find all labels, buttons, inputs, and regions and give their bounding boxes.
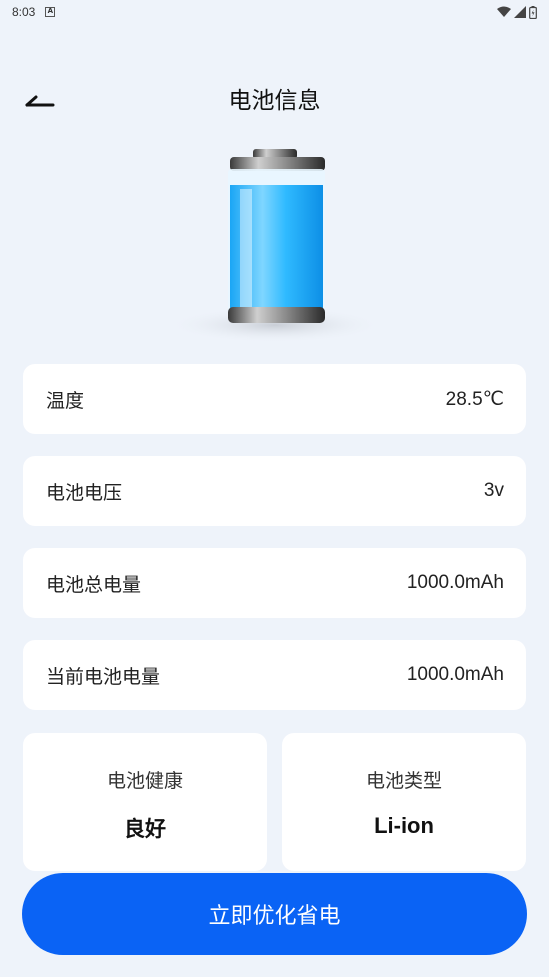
a-box-icon: A xyxy=(45,7,56,17)
stat-label: 电池类型 xyxy=(365,770,442,792)
row-value: 3v xyxy=(483,480,504,501)
row-label: 电池总电量 xyxy=(46,573,142,596)
temperature-row: 温度 28.5℃ xyxy=(23,364,526,434)
signal-icon xyxy=(514,6,526,18)
row-value: 1000.0mAh xyxy=(406,572,504,593)
status-icons xyxy=(497,5,537,19)
stat-value: Li-ion xyxy=(374,813,434,838)
battery-illustration xyxy=(165,145,385,345)
total-capacity-row: 电池总电量 1000.0mAh xyxy=(23,548,526,618)
row-label: 温度 xyxy=(46,389,85,412)
status-bar: 8:03 A xyxy=(0,0,549,24)
row-value: 1000.0mAh xyxy=(406,664,504,685)
battery-status-icon xyxy=(529,5,537,19)
voltage-row: 电池电压 3v xyxy=(23,456,526,526)
current-capacity-row: 当前电池电量 1000.0mAh xyxy=(23,640,526,710)
row-label: 电池电压 xyxy=(46,481,123,504)
optimize-button-label: 立即优化省电 xyxy=(208,904,341,929)
status-time: 8:03 xyxy=(12,5,36,19)
header: 电池信息 xyxy=(0,75,549,119)
stat-value: 良好 xyxy=(124,817,166,841)
row-label: 当前电池电量 xyxy=(46,665,161,688)
page-title: 电池信息 xyxy=(228,88,321,114)
optimize-button[interactable]: 立即优化省电 xyxy=(22,873,527,955)
battery-type-card: 电池类型 Li-ion xyxy=(282,733,526,871)
wifi-icon xyxy=(497,6,511,17)
row-value: 28.5℃ xyxy=(445,388,504,410)
battery-health-card: 电池健康 良好 xyxy=(23,733,267,871)
stat-label: 电池健康 xyxy=(106,770,183,792)
